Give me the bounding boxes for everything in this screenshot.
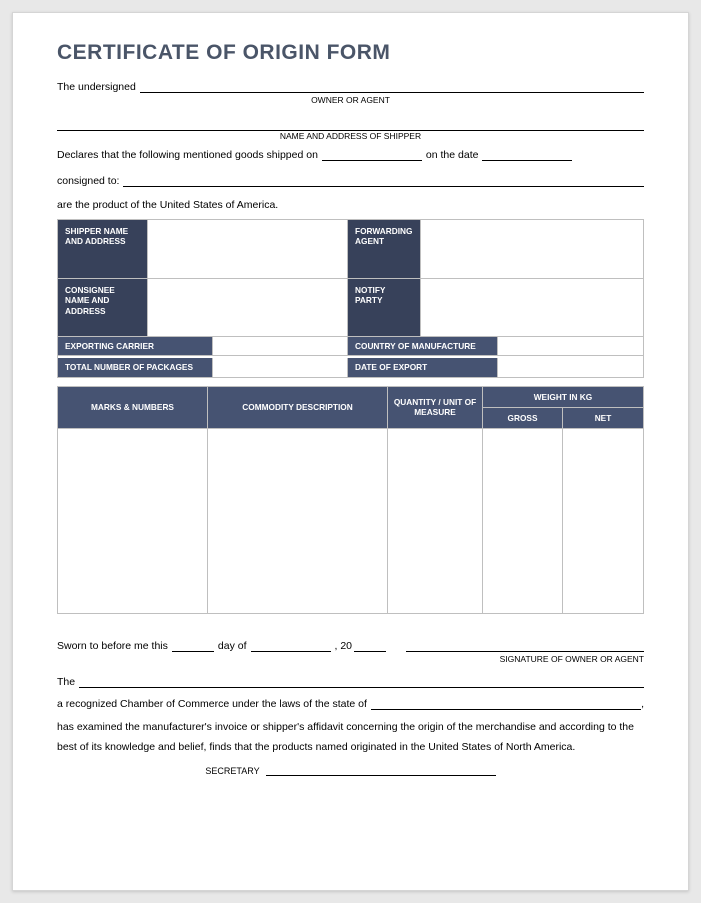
declares-suffix: on the date <box>422 149 483 161</box>
secretary-field[interactable] <box>266 764 496 776</box>
undersigned-field[interactable] <box>140 79 644 93</box>
chamber-text: a recognized Chamber of Commerce under t… <box>57 698 371 710</box>
owner-signature-field[interactable] <box>406 638 644 652</box>
sworn-row: Sworn to before me this day of , 20 <box>57 638 644 652</box>
shipped-on-field[interactable] <box>322 147 422 161</box>
undersigned-row: The undersigned <box>57 79 644 93</box>
shipper-name-field[interactable] <box>57 117 644 131</box>
shipper-label: SHIPPER NAME AND ADDRESS <box>58 220 148 278</box>
sworn-day-field[interactable] <box>172 651 214 652</box>
certificate-page: CERTIFICATE OF ORIGIN FORM The undersign… <box>12 12 689 891</box>
owner-agent-caption: OWNER OR AGENT <box>57 95 644 105</box>
notify-party-label: NOTIFY PARTY <box>348 278 421 336</box>
declares-prefix: Declares that the following mentioned go… <box>57 149 322 161</box>
consignee-label: CONSIGNEE NAME AND ADDRESS <box>58 278 148 336</box>
notify-party-value[interactable] <box>421 278 643 336</box>
info-row-shipper: SHIPPER NAME AND ADDRESS FORWARDING AGEN… <box>58 220 643 278</box>
th-weight-kg: WEIGHT IN KG <box>483 386 644 407</box>
shipper-value[interactable] <box>148 220 348 278</box>
day-of-label: day of <box>218 640 247 652</box>
consigned-label: consigned to: <box>57 175 123 187</box>
undersigned-label: The undersigned <box>57 81 140 93</box>
year-prefix: , 20 <box>335 640 353 652</box>
commodity-table: MARKS & NUMBERS COMMODITY DESCRIPTION QU… <box>57 386 644 614</box>
date-export-label: DATE OF EXPORT <box>348 358 498 376</box>
secretary-label: SECRETARY <box>205 766 259 776</box>
examined-text: has examined the manufacturer's invoice … <box>57 718 644 758</box>
table-row <box>58 428 644 613</box>
info-row-carrier: EXPORTING CARRIER COUNTRY OF MANUFACTURE <box>58 336 643 355</box>
th-net: NET <box>563 407 644 428</box>
country-manufacture-label: COUNTRY OF MANUFACTURE <box>348 336 498 355</box>
the-field[interactable] <box>79 674 644 688</box>
th-commodity-description: COMMODITY DESCRIPTION <box>208 386 388 428</box>
total-packages-value[interactable] <box>213 358 348 376</box>
cell-marks[interactable] <box>58 428 208 613</box>
sworn-prefix: Sworn to before me this <box>57 640 168 652</box>
consigned-row: consigned to: <box>57 173 644 187</box>
the-row: The <box>57 674 644 688</box>
cell-quantity[interactable] <box>388 428 483 613</box>
declares-row: Declares that the following mentioned go… <box>57 147 644 161</box>
shipper-caption: NAME AND ADDRESS OF SHIPPER <box>57 131 644 141</box>
date-export-value[interactable] <box>498 358 643 376</box>
country-manufacture-value[interactable] <box>498 336 643 355</box>
cell-net[interactable] <box>563 428 644 613</box>
th-gross: GROSS <box>483 407 563 428</box>
secretary-row: SECRETARY <box>57 764 644 776</box>
forwarding-agent-label: FORWARDING AGENT <box>348 220 421 278</box>
th-quantity-uom: QUANTITY / UNIT OF MEASURE <box>388 386 483 428</box>
info-row-consignee: CONSIGNEE NAME AND ADDRESS NOTIFY PARTY <box>58 278 643 336</box>
signature-caption: SIGNATURE OF OWNER OR AGENT <box>57 654 644 664</box>
chamber-row: a recognized Chamber of Commerce under t… <box>57 696 644 710</box>
forwarding-agent-value[interactable] <box>421 220 643 278</box>
exporting-carrier-label: EXPORTING CARRIER <box>58 336 213 355</box>
product-of-text: are the product of the United States of … <box>57 199 644 211</box>
date-field[interactable] <box>482 147 572 161</box>
state-field[interactable] <box>371 696 641 710</box>
sworn-month-field[interactable] <box>251 651 331 652</box>
total-packages-label: TOTAL NUMBER OF PACKAGES <box>58 358 213 376</box>
cell-gross[interactable] <box>483 428 563 613</box>
signature-section: Sworn to before me this day of , 20 SIGN… <box>57 638 644 776</box>
consigned-field[interactable] <box>123 173 644 187</box>
consignee-value[interactable] <box>148 278 348 336</box>
cell-description[interactable] <box>208 428 388 613</box>
th-marks-numbers: MARKS & NUMBERS <box>58 386 208 428</box>
page-title: CERTIFICATE OF ORIGIN FORM <box>57 41 644 65</box>
exporting-carrier-value[interactable] <box>213 336 348 355</box>
info-grid: SHIPPER NAME AND ADDRESS FORWARDING AGEN… <box>57 219 644 378</box>
the-label: The <box>57 676 79 688</box>
info-row-packages: TOTAL NUMBER OF PACKAGES DATE OF EXPORT <box>58 358 643 376</box>
sworn-year-field[interactable] <box>354 651 386 652</box>
